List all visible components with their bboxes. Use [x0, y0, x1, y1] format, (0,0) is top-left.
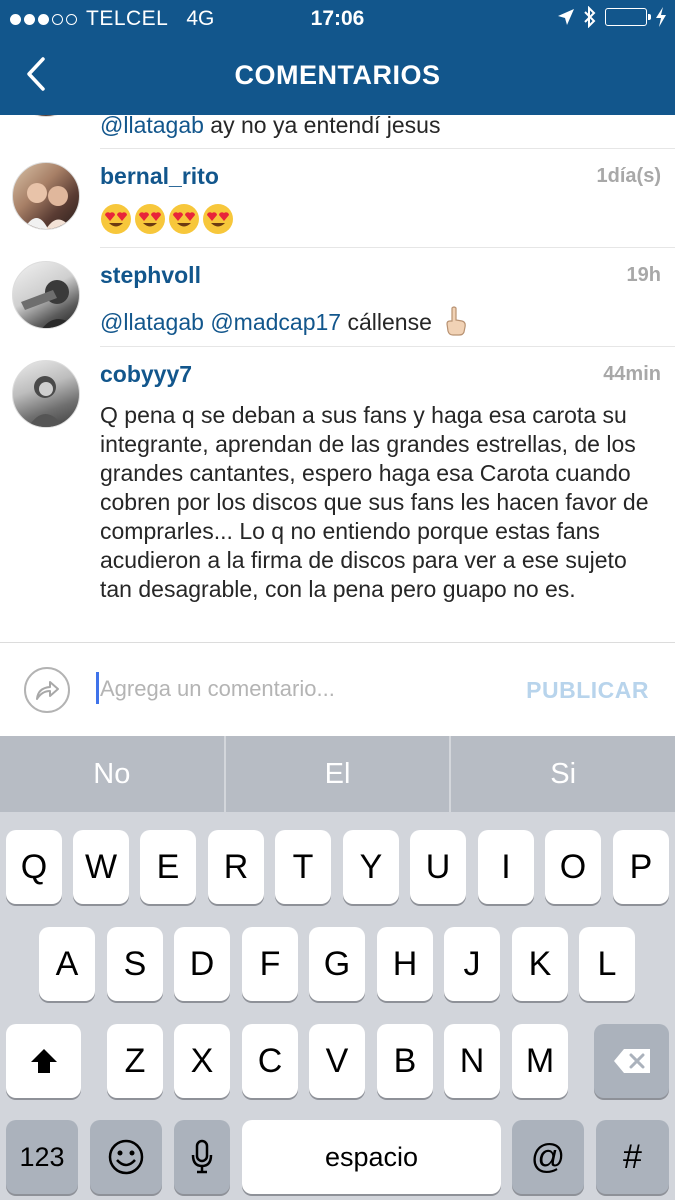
heart-eyes-emoji-icon: [101, 204, 131, 234]
mention-link[interactable]: @llatagab: [100, 115, 204, 138]
publish-button[interactable]: PUBLICAR: [526, 677, 649, 704]
key-b[interactable]: B: [377, 1024, 433, 1098]
smiley-icon: [108, 1139, 144, 1175]
numbers-key[interactable]: 123: [6, 1120, 78, 1194]
shift-arrow-icon: [30, 1049, 57, 1073]
key-h[interactable]: H: [377, 927, 433, 1001]
heart-eyes-emoji-icon: [135, 204, 165, 234]
key-r[interactable]: R: [208, 830, 264, 904]
key-w[interactable]: W: [73, 830, 129, 904]
mention-link[interactable]: @llatagab: [100, 309, 204, 335]
key-e[interactable]: E: [140, 830, 196, 904]
comment-input[interactable]: [100, 669, 480, 709]
suggestion-1[interactable]: No: [0, 736, 224, 812]
delete-key[interactable]: [594, 1024, 669, 1098]
comment-time: 1día(s): [596, 165, 661, 187]
key-l[interactable]: L: [579, 927, 635, 1001]
key-d[interactable]: D: [174, 927, 230, 1001]
comment-text: Q pena q se deban a sus fans y haga esa …: [100, 402, 649, 602]
key-a[interactable]: A: [39, 927, 95, 1001]
keyboard: No El Si Q W E R T Y U I O P A S D F G H…: [0, 736, 675, 1200]
comment-username[interactable]: bernal_rito: [100, 163, 219, 190]
comment-username[interactable]: cobyyy7: [100, 361, 192, 388]
comment-item: bernal_rito 1día(s): [0, 149, 675, 248]
key-t[interactable]: T: [275, 830, 331, 904]
comment-time: 44min: [603, 363, 661, 385]
backspace-icon: [613, 1049, 650, 1073]
at-key[interactable]: @: [512, 1120, 584, 1194]
space-key[interactable]: espacio: [242, 1120, 501, 1194]
key-n[interactable]: N: [444, 1024, 500, 1098]
status-right: [549, 6, 667, 28]
comment-input-bar: PUBLICAR: [0, 642, 675, 736]
comment-text: @llatagab ay no ya entendí jesus: [100, 115, 659, 140]
share-arrow-icon: [36, 681, 59, 700]
mention-link[interactable]: @madcap17: [210, 309, 341, 335]
pointing-up-hand-emoji-icon: [446, 306, 467, 336]
comment-item: @llatagab ay no ya entendí jesus: [0, 115, 675, 149]
microphone-icon: [191, 1139, 213, 1174]
emoji-row: [100, 203, 234, 235]
key-f[interactable]: F: [242, 927, 298, 1001]
comment-username[interactable]: stephvoll: [100, 262, 201, 289]
bluetooth-icon: [583, 6, 597, 28]
page-title: COMENTARIOS: [234, 60, 441, 90]
charging-bolt-icon: [655, 7, 667, 27]
text-cursor: [96, 672, 99, 704]
suggestion-2[interactable]: El: [223, 736, 450, 812]
key-y[interactable]: Y: [343, 830, 399, 904]
comment-text: @llatagab @madcap17 cállense: [100, 306, 659, 337]
emoji-key[interactable]: [90, 1120, 162, 1194]
key-g[interactable]: G: [309, 927, 365, 1001]
key-u[interactable]: U: [410, 830, 466, 904]
key-k[interactable]: K: [512, 927, 568, 1001]
battery-icon: [605, 8, 651, 26]
key-j[interactable]: J: [444, 927, 500, 1001]
comment-item: stephvoll 19h @llatagab @madcap17 cállen…: [0, 248, 675, 347]
key-c[interactable]: C: [242, 1024, 298, 1098]
avatar[interactable]: [12, 261, 80, 329]
key-p[interactable]: P: [613, 830, 669, 904]
predictive-bar: No El Si: [0, 736, 675, 812]
share-button[interactable]: [24, 667, 70, 713]
nav-bar: COMENTARIOS: [0, 38, 675, 115]
key-v[interactable]: V: [309, 1024, 365, 1098]
avatar[interactable]: [12, 115, 80, 117]
heart-eyes-emoji-icon: [203, 204, 233, 234]
microphone-key[interactable]: [174, 1120, 230, 1194]
heart-eyes-emoji-icon: [169, 204, 199, 234]
key-o[interactable]: O: [545, 830, 601, 904]
key-q[interactable]: Q: [6, 830, 62, 904]
key-x[interactable]: X: [174, 1024, 230, 1098]
avatar[interactable]: [12, 162, 80, 230]
key-s[interactable]: S: [107, 927, 163, 1001]
hash-key[interactable]: #: [596, 1120, 669, 1194]
avatar[interactable]: [12, 360, 80, 428]
status-bar: TELCEL 4G 17:06: [0, 0, 675, 38]
key-z[interactable]: Z: [107, 1024, 163, 1098]
key-i[interactable]: I: [478, 830, 534, 904]
location-arrow-icon: [557, 8, 575, 26]
key-m[interactable]: M: [512, 1024, 568, 1098]
header: TELCEL 4G 17:06 COMENTARIOS: [0, 0, 675, 115]
suggestion-3[interactable]: Si: [449, 736, 675, 812]
shift-key[interactable]: [6, 1024, 81, 1098]
comment-item: cobyyy7 44min Q pena q se deban a sus fa…: [0, 347, 675, 642]
comment-time: 19h: [626, 264, 661, 286]
comments-list[interactable]: @llatagab ay no ya entendí jesus bernal_…: [0, 115, 675, 642]
